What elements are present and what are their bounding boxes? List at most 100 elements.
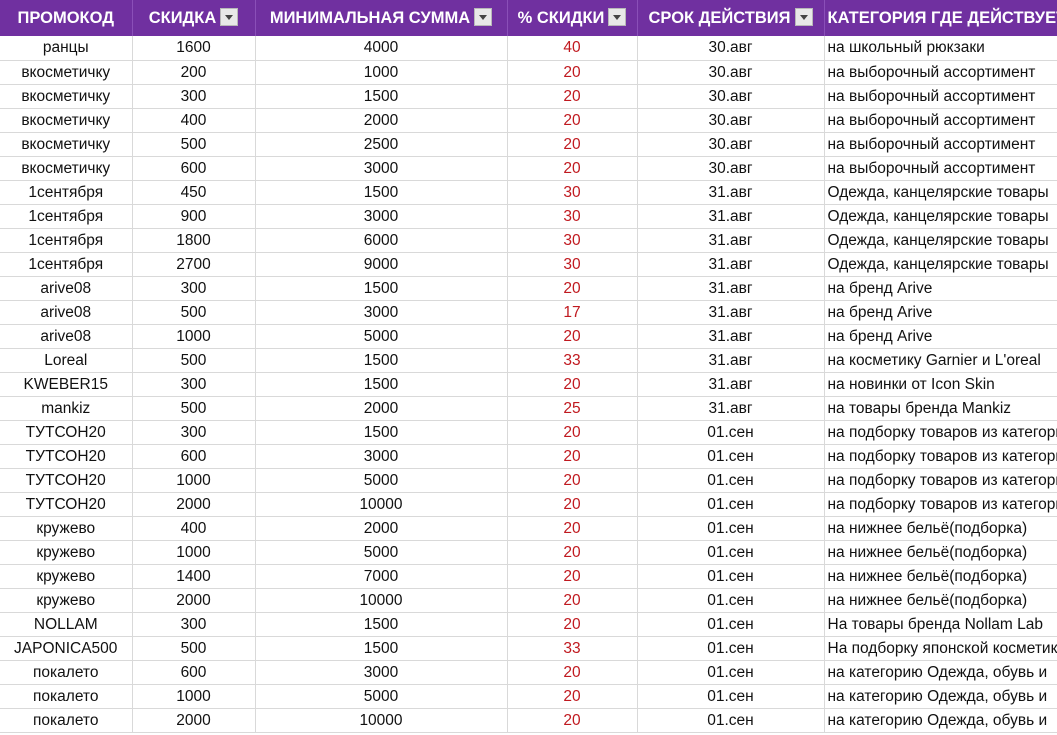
category-cell[interactable]: на категорию Одежда, обувь и <box>824 684 1057 709</box>
min-sum-cell[interactable]: 7000 <box>255 564 508 589</box>
valid-until-cell[interactable]: 31.авг <box>637 324 825 349</box>
valid-until-cell[interactable]: 01.сен <box>637 516 825 541</box>
min-sum-cell[interactable]: 3000 <box>255 300 508 325</box>
category-cell[interactable]: на нижнее бельё(подборка) <box>824 516 1057 541</box>
promocode-cell[interactable]: вкосметичку <box>0 156 133 181</box>
category-cell[interactable]: на школьный рюкзаки <box>824 36 1057 61</box>
percent-cell[interactable]: 20 <box>507 492 638 517</box>
valid-until-cell[interactable]: 30.авг <box>637 132 825 157</box>
min-sum-cell[interactable]: 2000 <box>255 516 508 541</box>
promocode-cell[interactable]: вкосметичку <box>0 60 133 85</box>
promocode-cell[interactable]: вкосметичку <box>0 84 133 109</box>
min-sum-cell[interactable]: 1500 <box>255 348 508 373</box>
valid-until-cell[interactable]: 30.авг <box>637 84 825 109</box>
filter-dropdown-icon[interactable] <box>608 8 627 27</box>
percent-cell[interactable]: 20 <box>507 84 638 109</box>
promocode-cell[interactable]: 1сентября <box>0 252 133 277</box>
discount-cell[interactable]: 600 <box>132 444 256 469</box>
discount-cell[interactable]: 400 <box>132 516 256 541</box>
min-sum-cell[interactable]: 2500 <box>255 132 508 157</box>
category-cell[interactable]: на выборочный ассортимент <box>824 84 1057 109</box>
min-sum-cell[interactable]: 10000 <box>255 588 508 613</box>
promocode-cell[interactable]: покалето <box>0 684 133 709</box>
valid-until-cell[interactable]: 31.авг <box>637 348 825 373</box>
valid-until-cell[interactable]: 31.авг <box>637 300 825 325</box>
category-cell[interactable]: на товары бренда Mankiz <box>824 396 1057 421</box>
promocode-cell[interactable]: KWEBER15 <box>0 372 133 397</box>
min-sum-cell[interactable]: 1000 <box>255 60 508 85</box>
valid-until-cell[interactable]: 01.сен <box>637 564 825 589</box>
promocode-cell[interactable]: ТУТСОН20 <box>0 444 133 469</box>
promocode-cell[interactable]: Loreal <box>0 348 133 373</box>
discount-cell[interactable]: 600 <box>132 156 256 181</box>
min-sum-cell[interactable]: 10000 <box>255 708 508 733</box>
promocode-cell[interactable]: arive08 <box>0 300 133 325</box>
category-cell[interactable]: на нижнее бельё(подборка) <box>824 540 1057 565</box>
discount-cell[interactable]: 1600 <box>132 36 256 61</box>
percent-cell[interactable]: 20 <box>507 540 638 565</box>
category-cell[interactable]: на категорию Одежда, обувь и <box>824 708 1057 733</box>
valid-until-cell[interactable]: 30.авг <box>637 156 825 181</box>
min-sum-cell[interactable]: 3000 <box>255 156 508 181</box>
discount-cell[interactable]: 2700 <box>132 252 256 277</box>
category-cell[interactable]: на подборку товаров из категории <box>824 420 1057 445</box>
promocode-cell[interactable]: покалето <box>0 660 133 685</box>
category-cell[interactable]: на бренд Arive <box>824 300 1057 325</box>
promocode-cell[interactable]: 1сентября <box>0 204 133 229</box>
valid-until-cell[interactable]: 01.сен <box>637 492 825 517</box>
percent-cell[interactable]: 20 <box>507 468 638 493</box>
percent-cell[interactable]: 17 <box>507 300 638 325</box>
discount-cell[interactable]: 500 <box>132 348 256 373</box>
discount-cell[interactable]: 200 <box>132 60 256 85</box>
category-cell[interactable]: На товары бренда Nollam Lab <box>824 612 1057 637</box>
min-sum-cell[interactable]: 2000 <box>255 108 508 133</box>
valid-until-cell[interactable]: 01.сен <box>637 420 825 445</box>
valid-until-cell[interactable]: 01.сен <box>637 588 825 613</box>
discount-cell[interactable]: 300 <box>132 372 256 397</box>
promocode-cell[interactable]: ТУТСОН20 <box>0 468 133 493</box>
discount-cell[interactable]: 1000 <box>132 468 256 493</box>
discount-cell[interactable]: 400 <box>132 108 256 133</box>
valid-until-cell[interactable]: 01.сен <box>637 612 825 637</box>
percent-cell[interactable]: 20 <box>507 516 638 541</box>
min-sum-cell[interactable]: 1500 <box>255 612 508 637</box>
promocode-cell[interactable]: кружево <box>0 516 133 541</box>
percent-cell[interactable]: 20 <box>507 444 638 469</box>
percent-cell[interactable]: 30 <box>507 228 638 253</box>
discount-cell[interactable]: 2000 <box>132 588 256 613</box>
valid-until-cell[interactable]: 30.авг <box>637 36 825 61</box>
percent-cell[interactable]: 20 <box>507 708 638 733</box>
discount-cell[interactable]: 500 <box>132 396 256 421</box>
percent-cell[interactable]: 20 <box>507 588 638 613</box>
filter-dropdown-icon[interactable] <box>220 8 239 27</box>
category-cell[interactable]: на подборку товаров из категории <box>824 492 1057 517</box>
category-cell[interactable]: на косметику Garnier и L'oreal <box>824 348 1057 373</box>
valid-until-cell[interactable]: 31.авг <box>637 228 825 253</box>
discount-cell[interactable]: 1400 <box>132 564 256 589</box>
category-cell[interactable]: на подборку товаров из категории <box>824 468 1057 493</box>
discount-cell[interactable]: 500 <box>132 300 256 325</box>
promocode-cell[interactable]: ранцы <box>0 36 133 61</box>
category-cell[interactable]: Одежда, канцелярские товары <box>824 252 1057 277</box>
promocode-cell[interactable]: кружево <box>0 588 133 613</box>
valid-until-cell[interactable]: 01.сен <box>637 540 825 565</box>
category-cell[interactable]: на категорию Одежда, обувь и <box>824 660 1057 685</box>
valid-until-cell[interactable]: 31.авг <box>637 180 825 205</box>
discount-cell[interactable]: 600 <box>132 660 256 685</box>
category-cell[interactable]: на нижнее бельё(подборка) <box>824 564 1057 589</box>
percent-cell[interactable]: 20 <box>507 108 638 133</box>
discount-cell[interactable]: 300 <box>132 84 256 109</box>
min-sum-cell[interactable]: 5000 <box>255 468 508 493</box>
percent-cell[interactable]: 20 <box>507 276 638 301</box>
percent-cell[interactable]: 20 <box>507 324 638 349</box>
percent-cell[interactable]: 20 <box>507 564 638 589</box>
category-cell[interactable]: на бренд Arive <box>824 276 1057 301</box>
discount-cell[interactable]: 300 <box>132 612 256 637</box>
valid-until-cell[interactable]: 01.сен <box>637 444 825 469</box>
valid-until-cell[interactable]: 01.сен <box>637 660 825 685</box>
promocode-cell[interactable]: mankiz <box>0 396 133 421</box>
valid-until-cell[interactable]: 30.авг <box>637 108 825 133</box>
category-cell[interactable]: на выборочный ассортимент <box>824 108 1057 133</box>
valid-until-cell[interactable]: 01.сен <box>637 708 825 733</box>
discount-cell[interactable]: 1800 <box>132 228 256 253</box>
